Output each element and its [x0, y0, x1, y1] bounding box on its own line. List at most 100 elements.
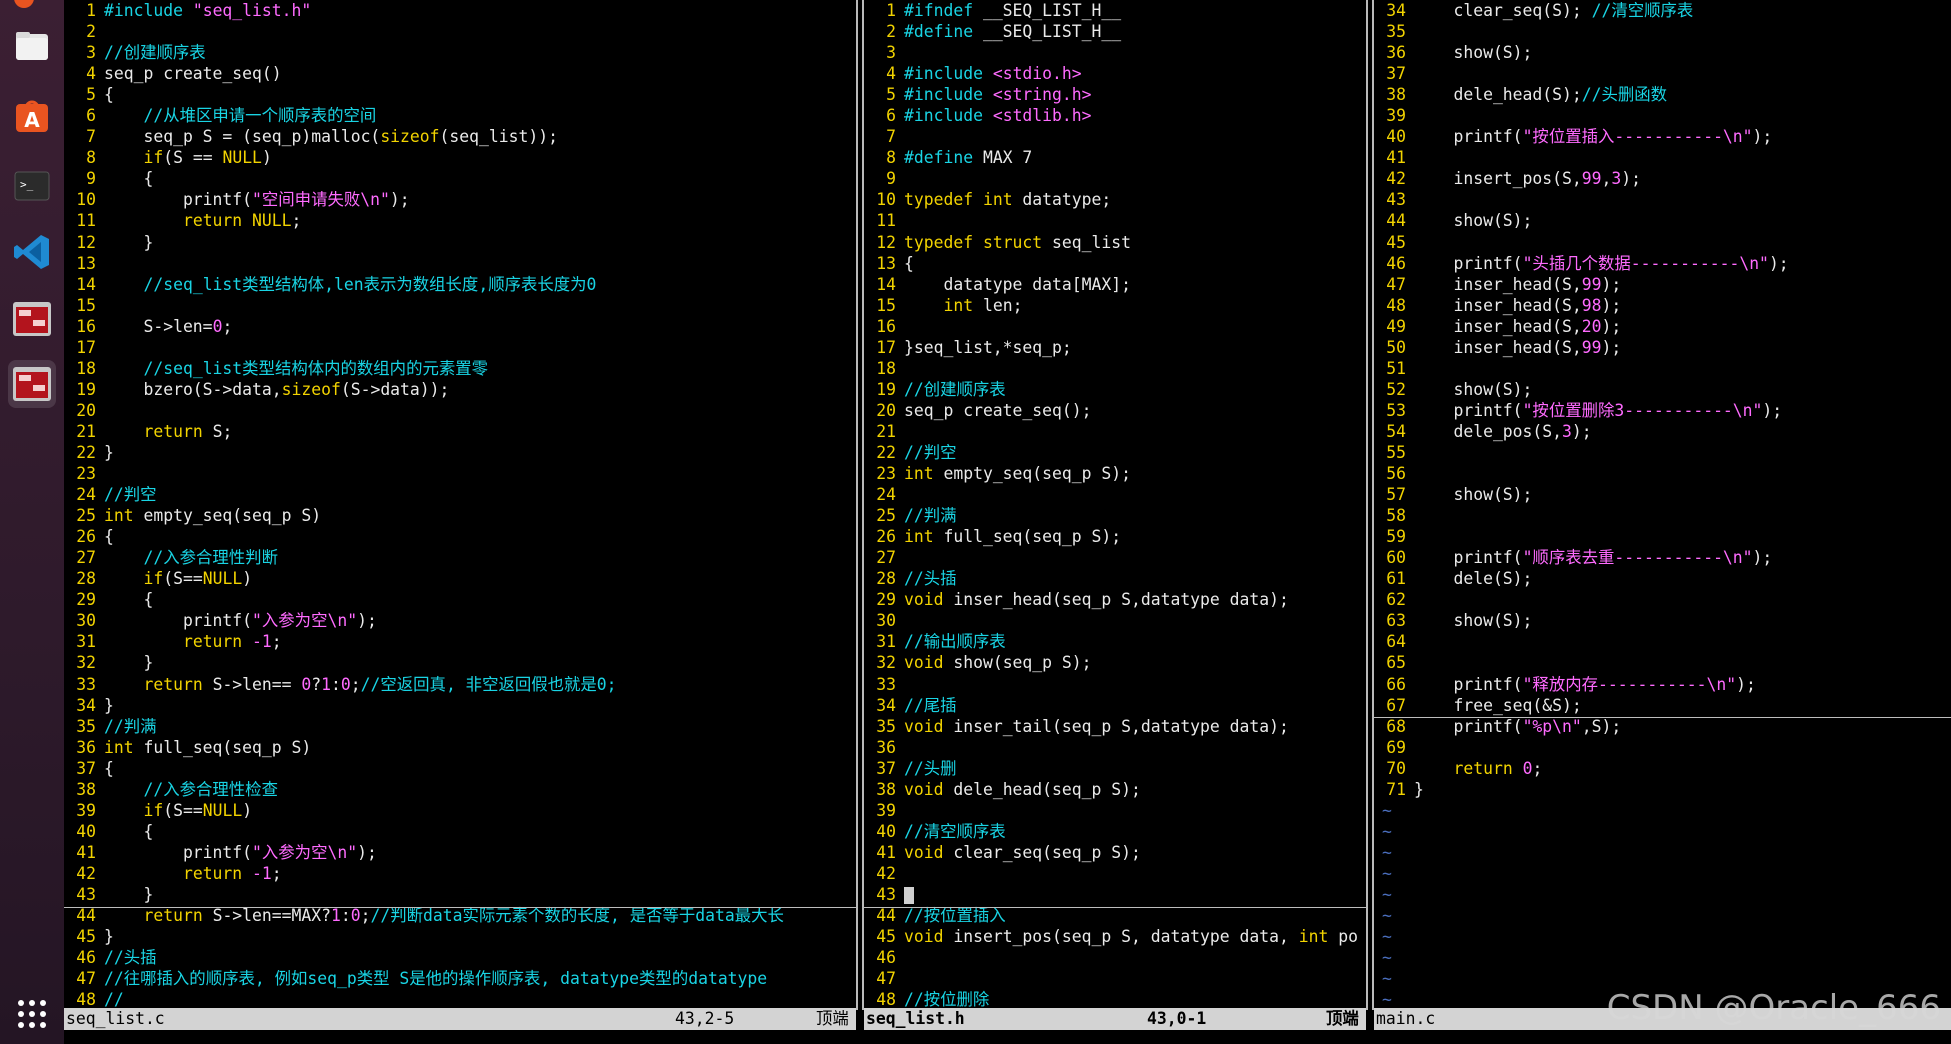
code-line[interactable]: 40 //清空顺序表 [864, 821, 1364, 842]
code-line[interactable]: 50 inser_head(S,99); [1374, 337, 1951, 358]
code-line[interactable]: 12 } [64, 232, 854, 253]
code-line[interactable]: 26 { [64, 526, 854, 547]
code-line[interactable]: 64 [1374, 631, 1951, 652]
code-line[interactable]: 55 [1374, 442, 1951, 463]
code-line[interactable]: 30 printf("入参为空\n"); [64, 610, 854, 631]
code-line[interactable]: 47 inser_head(S,99); [1374, 274, 1951, 295]
code-line[interactable]: 37 //头删 [864, 758, 1364, 779]
code-line[interactable]: 13 { [864, 253, 1364, 274]
code-line[interactable]: 34} [64, 695, 854, 716]
code-line[interactable]: 7 [864, 126, 1364, 147]
code-line[interactable]: 21 return S; [64, 421, 854, 442]
code-line[interactable]: 1 #include "seq_list.h" [64, 0, 854, 21]
code-line[interactable]: 19 //创建顺序表 [864, 379, 1364, 400]
code-line[interactable]: 15 int len; [864, 295, 1364, 316]
code-line[interactable]: 32 void show(seq_p S); [864, 652, 1364, 673]
code-line[interactable]: 48 inser_head(S,98); [1374, 295, 1951, 316]
code-line[interactable]: 45 [1374, 232, 1951, 253]
code-line[interactable]: 13 [64, 253, 854, 274]
code-line[interactable]: 27 //入参合理性判断 [64, 547, 854, 568]
code-line[interactable]: 61 dele(S); [1374, 568, 1951, 589]
code-line[interactable]: 70 return 0; [1374, 758, 1951, 779]
code-line[interactable]: 60 printf("顺序表去重-----------\n"); [1374, 547, 1951, 568]
code-line[interactable]: 46 printf("头插几个数据-----------\n"); [1374, 253, 1951, 274]
code-line[interactable]: 43 [864, 884, 1364, 905]
vim-command-line[interactable] [64, 1030, 1951, 1044]
code-line[interactable]: 46 //头插 [64, 947, 854, 968]
code-line[interactable]: 35 [1374, 21, 1951, 42]
code-line[interactable]: 4 #include <stdio.h> [864, 63, 1364, 84]
code-line[interactable]: 40 printf("按位置插入-----------\n"); [1374, 126, 1951, 147]
code-line[interactable]: 48 // [64, 989, 854, 1008]
code-line[interactable]: 23 int empty_seq(seq_p S); [864, 463, 1364, 484]
code-line[interactable]: 30 [864, 610, 1364, 631]
files-icon[interactable] [8, 22, 56, 70]
code-line[interactable]: 43 } [64, 884, 854, 905]
code-line[interactable]: 14 datatype data[MAX]; [864, 274, 1364, 295]
code-line[interactable]: 67 free_seq(&S); [1374, 695, 1951, 716]
code-line[interactable]: 11 return NULL; [64, 210, 854, 231]
code-line[interactable]: 42 insert_pos(S,99,3); [1374, 168, 1951, 189]
code-line[interactable]: 37 { [64, 758, 854, 779]
code-line[interactable]: 28 //头插 [864, 568, 1364, 589]
code-line[interactable]: 43 [1374, 189, 1951, 210]
code-line[interactable]: 3 [864, 42, 1364, 63]
code-line[interactable]: 23 [64, 463, 854, 484]
code-line[interactable]: 35 //判满 [64, 716, 854, 737]
code-line[interactable]: 71} [1374, 779, 1951, 800]
code-line[interactable]: 36 show(S); [1374, 42, 1951, 63]
code-line[interactable]: 26 int full_seq(seq_p S); [864, 526, 1364, 547]
code-line[interactable]: 22 //判空 [864, 442, 1364, 463]
code-line[interactable]: 22} [64, 442, 854, 463]
code-line[interactable]: 57 show(S); [1374, 484, 1951, 505]
code-line[interactable]: 20 seq_p create_seq(); [864, 400, 1364, 421]
code-line[interactable]: 2 [64, 21, 854, 42]
code-line[interactable]: 47 [864, 968, 1364, 989]
code-line[interactable]: 39 [864, 800, 1364, 821]
code-line[interactable]: 16 S->len=0; [64, 316, 854, 337]
code-line[interactable]: 33 return S->len== 0?1:0;//空返回真, 非空返回假也就… [64, 674, 854, 695]
code-line[interactable]: 54 dele_pos(S,3); [1374, 421, 1951, 442]
code-line[interactable]: 52 show(S); [1374, 379, 1951, 400]
code-line[interactable]: 24 //判空 [64, 484, 854, 505]
code-line[interactable]: 35 void inser_tail(seq_p S,datatype data)… [864, 716, 1364, 737]
code-line[interactable]: 49 inser_head(S,20); [1374, 316, 1951, 337]
vertical-split-separator[interactable] [856, 0, 864, 1010]
pane-main-c[interactable]: 34 clear_seq(S); //清空顺序表 35 36 show(S); 37 3… [1374, 0, 1951, 1008]
code-line[interactable]: 31 //输出顺序表 [864, 631, 1364, 652]
code-line[interactable]: 39 if(S==NULL) [64, 800, 854, 821]
code-line[interactable]: 65 [1374, 652, 1951, 673]
code-line[interactable]: 29 void inser_head(seq_p S,datatype data)… [864, 589, 1364, 610]
code-line[interactable]: 62 [1374, 589, 1951, 610]
code-line[interactable]: 58 [1374, 505, 1951, 526]
code-line[interactable]: 16 [864, 316, 1364, 337]
code-line[interactable]: 47 //往哪插入的顺序表, 例如seq_p类型 S是他的操作顺序表, datat… [64, 968, 854, 989]
code-line[interactable]: 38 dele_head(S);//头删函数 [1374, 84, 1951, 105]
code-line[interactable]: 3 //创建顺序表 [64, 42, 854, 63]
code-line[interactable]: 6 #include <stdlib.h> [864, 105, 1364, 126]
code-line[interactable]: 63 show(S); [1374, 610, 1951, 631]
code-line[interactable]: 18 [864, 358, 1364, 379]
code-line[interactable]: 51 [1374, 358, 1951, 379]
code-line[interactable]: 4 seq_p create_seq() [64, 63, 854, 84]
code-line[interactable]: 5 #include <string.h> [864, 84, 1364, 105]
code-line[interactable]: 46 [864, 947, 1364, 968]
code-line[interactable]: 27 [864, 547, 1364, 568]
code-line[interactable]: 66 printf("释放内存-----------\n"); [1374, 674, 1951, 695]
apps-grid-icon[interactable] [8, 990, 56, 1038]
code-line[interactable]: 34 //尾插 [864, 695, 1364, 716]
code-line[interactable]: 42 return -1; [64, 863, 854, 884]
code-line[interactable]: 20 [64, 400, 854, 421]
code-line[interactable]: 53 printf("按位置删除3-----------\n"); [1374, 400, 1951, 421]
code-line[interactable]: 17}seq_list,*seq_p; [864, 337, 1364, 358]
code-line[interactable]: 36 [864, 737, 1364, 758]
code-line[interactable]: 45 void insert_pos(seq_p S, datatype data… [864, 926, 1364, 947]
code-line[interactable]: 41 printf("入参为空\n"); [64, 842, 854, 863]
code-line[interactable]: 69 [1374, 737, 1951, 758]
code-line[interactable]: 10 typedef int datatype; [864, 189, 1364, 210]
code-line[interactable]: 19 bzero(S->data,sizeof(S->data)); [64, 379, 854, 400]
code-line[interactable]: 17 [64, 337, 854, 358]
code-line[interactable]: 56 [1374, 463, 1951, 484]
pane-seq-list-c[interactable]: 1 #include "seq_list.h" 2 3 //创建顺序表 4 seq_p cr… [64, 0, 854, 1008]
code-line[interactable]: 25 int empty_seq(seq_p S) [64, 505, 854, 526]
